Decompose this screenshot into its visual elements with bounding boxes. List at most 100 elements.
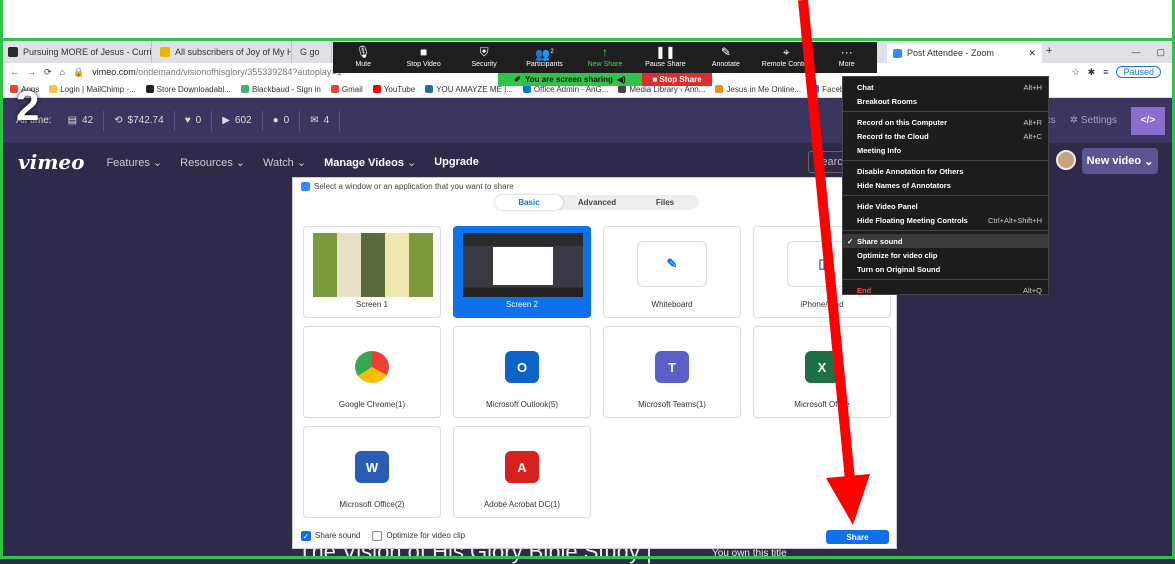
menu-item[interactable]: Hide Names of Annotators — [843, 178, 1048, 192]
menu-divider — [843, 230, 1048, 231]
top-margin — [0, 0, 1175, 38]
bookmark-icon — [522, 85, 531, 93]
menu-item[interactable]: Disable Annotation for Others — [843, 164, 1048, 178]
nav-label: Upgrade — [434, 156, 479, 168]
home-icon[interactable]: ⌂ — [60, 67, 65, 77]
tab-files[interactable]: Files — [631, 195, 699, 210]
bookmark-item[interactable]: Gmail — [330, 85, 363, 94]
profile-paused-badge[interactable]: Paused — [1116, 66, 1161, 78]
menu-item[interactable]: Hide Video Panel — [843, 199, 1048, 213]
share-option-card[interactable]: X Microsoft Office — [753, 326, 891, 418]
stat-icon: ⟲ — [114, 115, 123, 126]
bookmark-icon — [145, 85, 154, 93]
menu-item[interactable]: End Alt+Q — [843, 283, 1048, 297]
share-option-card[interactable]: A Adobe Acrobat DC(1) — [453, 426, 591, 518]
new-tab-icon[interactable]: + — [1046, 45, 1052, 57]
share-option-card[interactable]: Google Chrome(1) — [303, 326, 441, 418]
menu-divider — [843, 279, 1048, 280]
browser-tab[interactable]: All subscribers of Joy of My Hea ✕ — [152, 41, 292, 63]
share-option-card[interactable]: Screen 2 — [453, 226, 591, 318]
share-button[interactable]: Share — [826, 530, 889, 544]
screen-thumbnail — [463, 233, 583, 297]
star-icon[interactable]: ☆ — [1072, 67, 1080, 78]
browser-tab[interactable]: G go — [292, 41, 332, 63]
tab-label: All subscribers of Joy of My Hea — [175, 47, 292, 57]
share-sound-checkbox[interactable]: ✓ Share sound — [301, 531, 360, 541]
whiteboard-icon: ✎ — [637, 241, 707, 287]
menu-item[interactable]: Record on this Computer Alt+R — [843, 115, 1048, 129]
nav-manage-videos[interactable]: Manage Videos ⌄ — [324, 156, 416, 169]
browser-tab[interactable]: Pursuing MORE of Jesus - Curric ✕ — [0, 41, 152, 63]
menu-item[interactable]: Meeting Info — [843, 143, 1048, 157]
vimeo-logo[interactable]: vimeo — [18, 150, 84, 174]
zoom-stop-video-button[interactable]: ■ Stop Video — [393, 42, 453, 68]
menu-item[interactable]: Record to the Cloud Alt+C — [843, 129, 1048, 143]
toolbar-label: New Share — [587, 61, 623, 68]
share-option-card[interactable]: O Microsoft Outlook(5) — [453, 326, 591, 418]
share-option-label: Google Chrome(1) — [338, 400, 406, 409]
optimize-video-checkbox[interactable]: Optimize for video clip — [372, 531, 465, 541]
bookmark-item[interactable]: Store Downloadabl... — [145, 85, 231, 94]
menu-item[interactable]: Turn on Original Sound — [843, 262, 1048, 276]
share-option-card[interactable]: Screen 1 — [303, 226, 441, 318]
own-title-text: You own this title — [712, 548, 787, 559]
close-icon[interactable]: ✕ — [1028, 48, 1042, 59]
menu-item[interactable]: Optimize for video clip — [843, 248, 1048, 262]
settings-link[interactable]: ✲ Settings — [1070, 115, 1117, 126]
extension-icon[interactable]: ✱ — [1088, 67, 1096, 78]
minimize-icon[interactable]: — — [1131, 47, 1140, 58]
forward-icon[interactable]: → — [27, 67, 36, 77]
zoom-participants-button[interactable]: 👥2 Participants — [514, 42, 574, 68]
share-option-card[interactable]: W Microsoft Office(2) — [303, 426, 441, 518]
stat-item: ▤ 42 — [58, 110, 105, 131]
avatar[interactable] — [1056, 150, 1076, 170]
bookmark-item[interactable]: Login | MailChimp -... — [49, 85, 136, 94]
nav-resources[interactable]: Resources ⌄ — [180, 156, 245, 169]
share-option-label: Screen 1 — [355, 300, 389, 309]
maximize-icon[interactable]: ▢ — [1156, 47, 1165, 58]
zoom-pause-share-button[interactable]: ❚❚ Pause Share — [635, 42, 695, 68]
bookmark-item[interactable]: Blackbaud - Sign in — [240, 85, 321, 94]
zoom-remote-control-button[interactable]: ⌖ Remote Control — [756, 42, 816, 68]
zoom-mute-button[interactable]: 🎙 Mute — [333, 42, 393, 68]
tab-label: G go — [300, 47, 320, 57]
nav-upgrade[interactable]: Upgrade — [434, 156, 479, 168]
toolbar-label: Security — [471, 61, 497, 68]
stat-value: $742.74 — [127, 115, 164, 126]
bookmark-icon — [715, 85, 724, 93]
dialog-options: ✓ Share sound Optimize for video clip — [301, 531, 465, 541]
share-option-card[interactable]: ✎ Whiteboard — [603, 226, 741, 318]
zoom-new-share-button[interactable]: ↑ New Share — [575, 42, 635, 68]
stat-item: ▶ 602 — [212, 110, 263, 131]
zoom-more-button[interactable]: ··· More — [817, 42, 877, 68]
menu-item[interactable]: Chat Alt+H — [843, 80, 1048, 94]
menu-item[interactable]: Hide Floating Meeting Controls Ctrl+Alt+S… — [843, 213, 1048, 227]
new-video-button[interactable]: New video ⌄ — [1082, 148, 1158, 174]
dialog-title: Select a window or an application that y… — [301, 182, 514, 191]
stop-share-button[interactable]: ■ Stop Share — [642, 73, 712, 86]
nav-features[interactable]: Features ⌄ — [106, 156, 162, 169]
back-icon[interactable]: ← — [10, 67, 19, 77]
bookmark-item[interactable]: YouTube — [372, 85, 415, 94]
tab-basic[interactable]: Basic — [495, 195, 563, 210]
zoom-annotate-button[interactable]: ✎ Annotate — [696, 42, 756, 68]
bookmark-item[interactable]: Jesus in Me Online... — [715, 85, 801, 94]
checkbox-unchecked-icon — [372, 531, 383, 541]
queue-icon[interactable]: ≡ — [1103, 67, 1108, 77]
menu-item[interactable]: ✓ Share sound — [843, 234, 1048, 248]
share-option-card[interactable]: T Microsoft Teams(1) — [603, 326, 741, 418]
toolbar-icon: 🎙 — [355, 45, 371, 59]
zoom-share-toolbar: 🎙 Mute ■ Stop Video ⛨ Security 👥2 Participants ↑… — [333, 42, 877, 73]
code-icon[interactable]: </> — [1131, 106, 1165, 135]
reload-icon[interactable]: ⟳ — [44, 67, 52, 78]
toolbar-icon: ⌖ — [782, 45, 790, 59]
zoom-icon — [301, 182, 310, 191]
share-option-label: iPhone/iPad — [800, 300, 844, 309]
tab-advanced[interactable]: Advanced — [563, 195, 631, 210]
outlook-icon: O — [505, 351, 539, 383]
nav-watch[interactable]: Watch ⌄ — [263, 156, 306, 169]
url-field[interactable]: vimeo.com/ondemand/visionofhisglory/3553… — [92, 67, 341, 77]
menu-item[interactable]: Breakout Rooms — [843, 94, 1048, 108]
zoom-security-button[interactable]: ⛨ Security — [454, 42, 514, 68]
zoom-browser-tab[interactable]: Post Attendee - Zoom ✕ — [887, 43, 1042, 63]
